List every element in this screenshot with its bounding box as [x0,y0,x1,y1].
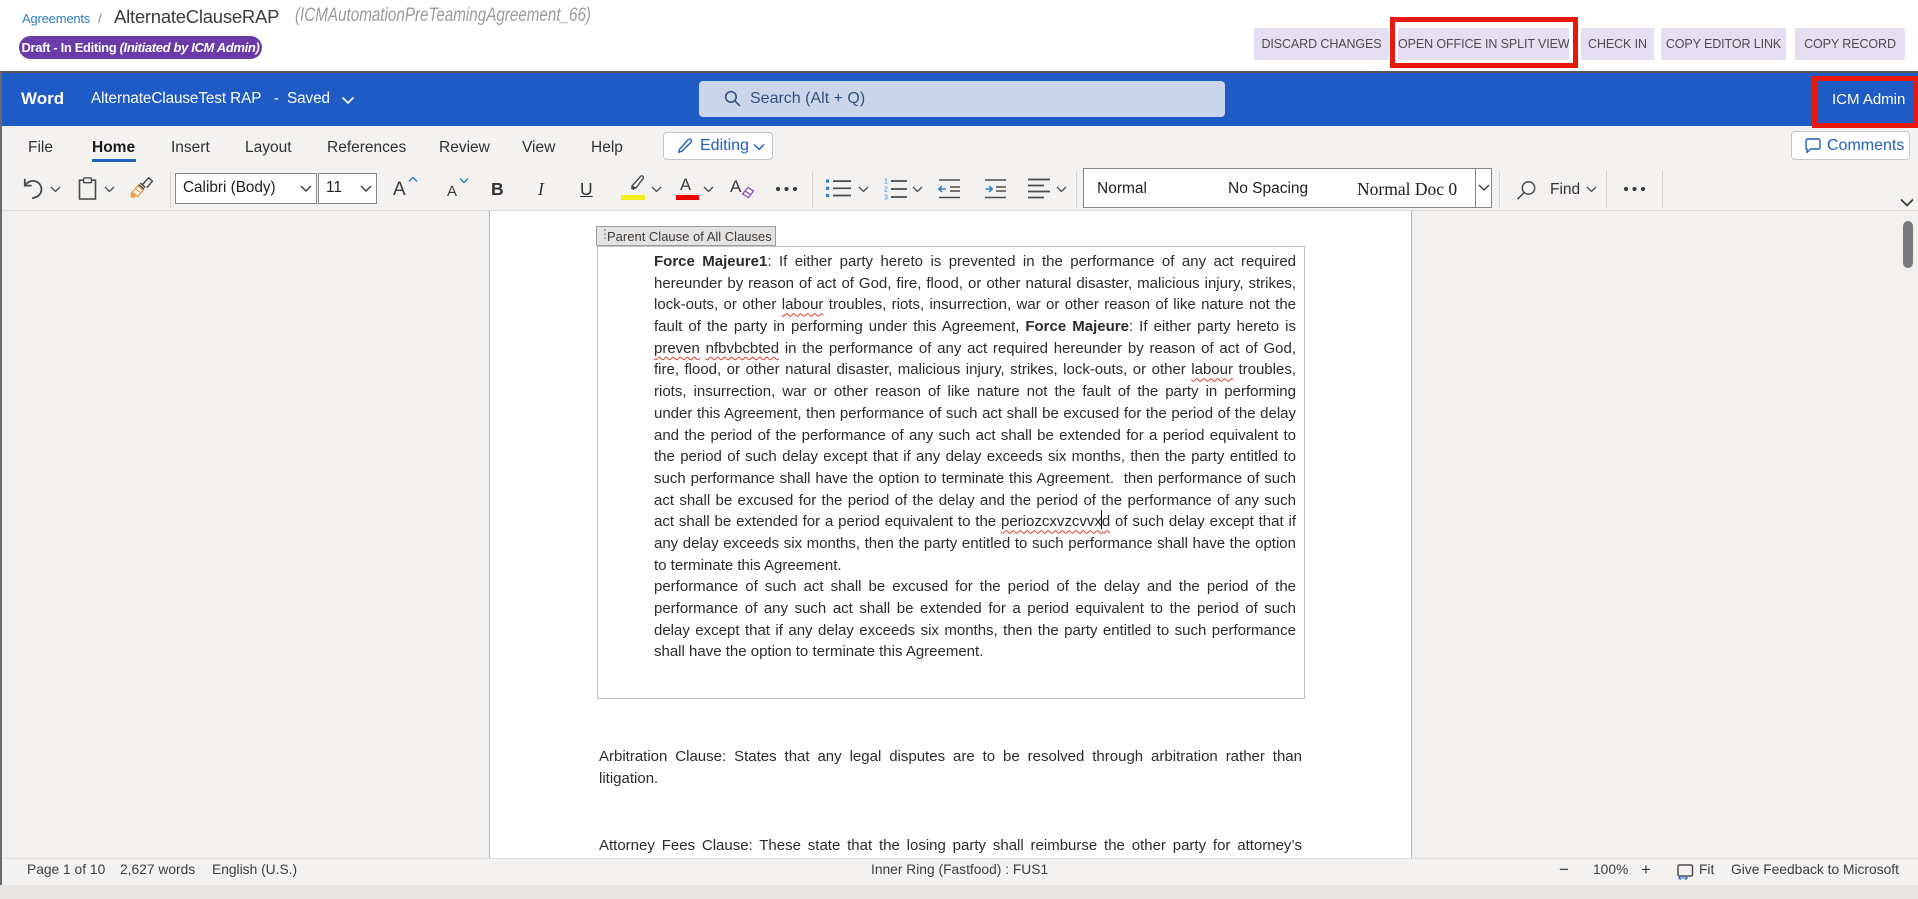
svg-text:1: 1 [884,179,888,186]
svg-text:2: 2 [884,187,888,194]
svg-text:3: 3 [884,195,888,201]
